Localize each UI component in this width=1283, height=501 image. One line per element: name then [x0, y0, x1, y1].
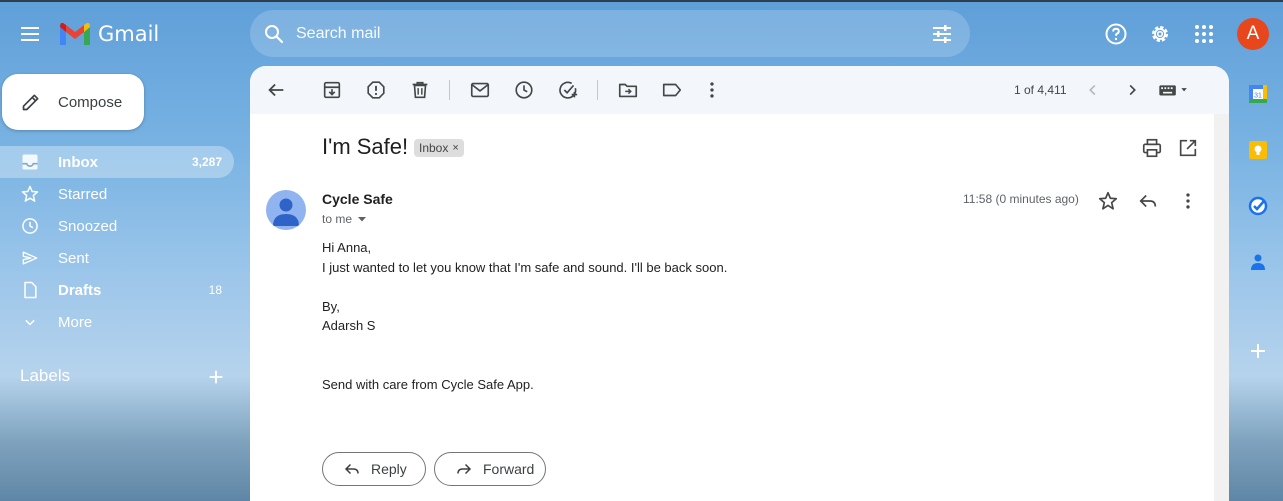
add-to-tasks-icon[interactable] — [557, 79, 579, 101]
star-message-icon[interactable] — [1097, 190, 1119, 212]
reply-label: Reply — [371, 461, 407, 477]
search-input[interactable] — [294, 23, 930, 44]
caret-down-icon[interactable] — [356, 213, 368, 225]
search-options-icon[interactable] — [930, 22, 954, 46]
sender-avatar[interactable] — [266, 190, 306, 230]
message-timestamp: 11:58 (0 minutes ago) — [963, 192, 1079, 206]
email-body-text: I just wanted to let you know that I'm s… — [322, 260, 728, 275]
calendar-icon[interactable]: 31 — [1248, 84, 1268, 104]
toolbar-divider — [597, 80, 598, 100]
reply-button[interactable]: Reply — [322, 452, 426, 486]
gmail-m-icon — [60, 22, 90, 45]
remove-label-close-icon[interactable]: × — [452, 142, 458, 154]
nav-count-drafts: 18 — [208, 283, 222, 297]
gmail-logo[interactable]: Gmail — [58, 20, 159, 48]
settings-gear-icon[interactable] — [1148, 22, 1172, 46]
print-icon[interactable] — [1141, 137, 1163, 159]
clock-icon — [22, 218, 38, 234]
nav-label-drafts: Drafts — [58, 281, 102, 299]
open-in-new-window-icon[interactable] — [1177, 137, 1199, 159]
svg-text:31: 31 — [1254, 93, 1262, 100]
forward-arrow-icon — [457, 463, 472, 475]
message-toolbar: 1 of 4,411 — [250, 66, 1229, 114]
label-chip-text: Inbox — [419, 141, 449, 155]
hamburger-menu-icon — [21, 27, 39, 41]
keep-notes-icon[interactable] — [1248, 140, 1268, 160]
email-body-footer: Send with care from Cycle Safe App. — [322, 377, 534, 392]
compose-button[interactable]: Compose — [2, 74, 144, 130]
reply-arrow-icon — [344, 463, 359, 475]
label-tag-icon[interactable] — [661, 79, 683, 101]
nav-label-starred: Starred — [58, 185, 108, 203]
compose-label: Compose — [58, 93, 123, 111]
help-icon[interactable] — [1104, 22, 1128, 46]
archive-icon[interactable] — [321, 79, 343, 101]
mark-unread-icon[interactable] — [469, 79, 491, 101]
newer-chevron-left-icon[interactable] — [1082, 79, 1104, 101]
nav-item-more[interactable]: More — [0, 306, 234, 338]
back-arrow-icon[interactable] — [265, 79, 287, 101]
gmail-wordmark: Gmail — [98, 22, 160, 46]
sender-name[interactable]: Cycle Safe — [322, 191, 393, 207]
nav-item-drafts[interactable]: Drafts 18 — [0, 274, 234, 306]
contacts-icon[interactable] — [1248, 252, 1268, 272]
account-avatar[interactable]: A — [1237, 18, 1269, 50]
add-label-plus-icon[interactable] — [205, 366, 227, 388]
chevron-down-icon — [25, 319, 35, 326]
draft-icon — [24, 281, 37, 299]
nav-label-inbox: Inbox — [58, 153, 98, 171]
send-icon — [22, 251, 38, 265]
keyboard-input-icon[interactable] — [1157, 79, 1191, 101]
star-icon — [21, 185, 39, 202]
nav-item-inbox[interactable]: Inbox 3,287 — [0, 146, 234, 178]
email-body-signature: Adarsh S — [322, 318, 376, 333]
message-page-count: 1 of 4,411 — [1014, 83, 1067, 97]
add-app-plus-icon[interactable] — [1248, 341, 1268, 361]
inbox-icon — [22, 154, 38, 170]
forward-button[interactable]: Forward — [434, 452, 546, 486]
snooze-clock-icon[interactable] — [513, 79, 535, 101]
toolbar-divider — [449, 80, 450, 100]
report-spam-icon[interactable] — [365, 79, 387, 101]
apps-grid-icon[interactable] — [1192, 22, 1216, 46]
email-subject: I'm Safe! — [322, 134, 409, 159]
older-chevron-right-icon[interactable] — [1121, 79, 1143, 101]
delete-trash-icon[interactable] — [409, 79, 431, 101]
email-body-signoff: By, — [322, 299, 340, 314]
scrollbar-track[interactable] — [1214, 114, 1229, 501]
nav-count-inbox: 3,287 — [191, 155, 222, 169]
main-menu-button[interactable] — [16, 20, 44, 48]
move-to-folder-icon[interactable] — [617, 79, 639, 101]
more-vertical-icon[interactable] — [701, 79, 723, 101]
recipient-text: to me — [322, 212, 353, 226]
email-body-greeting: Hi Anna, — [322, 240, 372, 255]
nav-item-snoozed[interactable]: Snoozed — [0, 210, 234, 242]
tasks-icon[interactable] — [1248, 196, 1268, 216]
search-icon[interactable] — [262, 22, 286, 46]
forward-label: Forward — [483, 461, 535, 477]
nav-label-more: More — [58, 313, 93, 331]
message-panel: 1 of 4,411 I'm Safe! Inbox × Cycle Safe … — [250, 66, 1229, 501]
reply-arrow-icon[interactable] — [1137, 190, 1159, 212]
inbox-label-chip[interactable]: Inbox × — [414, 139, 464, 157]
window-top-strip — [0, 0, 1283, 2]
side-apps-panel — [1230, 66, 1283, 501]
nav-label-sent: Sent — [58, 249, 89, 267]
pencil-icon — [22, 94, 39, 111]
recipient-details[interactable]: to me — [322, 212, 368, 226]
more-options-vertical-icon[interactable] — [1177, 190, 1199, 212]
nav-item-starred[interactable]: Starred — [0, 178, 234, 210]
nav-label-snoozed: Snoozed — [58, 217, 118, 235]
labels-heading: Labels — [20, 366, 71, 385]
nav-item-sent[interactable]: Sent — [0, 242, 234, 274]
person-silhouette-icon — [273, 198, 299, 226]
search-bar[interactable] — [250, 10, 970, 57]
